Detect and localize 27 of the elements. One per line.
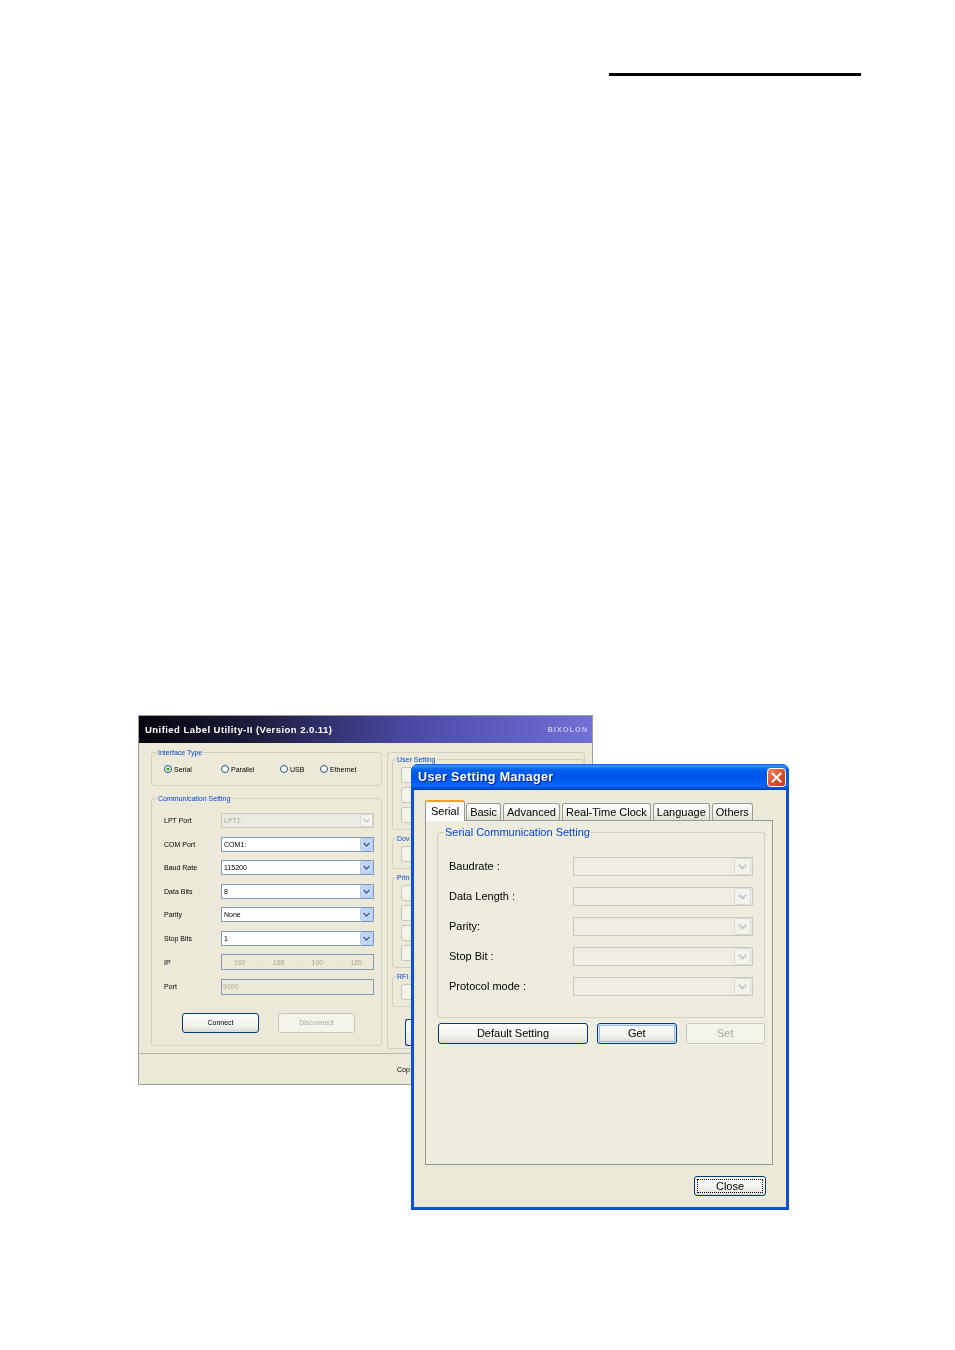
chevron-down-icon[interactable] — [360, 908, 373, 921]
close-icon[interactable] — [767, 767, 786, 787]
window-title: User Setting Manager — [418, 770, 554, 784]
field-label: Data Length : — [449, 890, 517, 903]
button[interactable]: Close — [694, 1176, 766, 1196]
field-label: Protocol mode : — [449, 980, 528, 993]
chevron-down-icon[interactable] — [360, 884, 373, 898]
tab[interactable]: Real-Time Clock — [561, 803, 651, 820]
tab[interactable]: Others — [711, 803, 753, 820]
field-label: Baudrate : — [449, 860, 501, 873]
chevron-down-icon[interactable] — [360, 837, 373, 851]
chevron-down-icon[interactable] — [360, 931, 373, 945]
tab[interactable]: Advanced — [503, 803, 560, 820]
field-label: Stop Bit : — [449, 950, 495, 963]
field-label: Parity: — [449, 920, 482, 933]
tab[interactable]: Language — [652, 803, 710, 820]
tab[interactable]: Basic — [466, 803, 502, 820]
tab[interactable]: Serial — [425, 800, 466, 821]
radio-icon[interactable] — [221, 765, 229, 773]
button[interactable]: Get — [597, 1023, 677, 1044]
button[interactable]: Default Setting — [438, 1023, 588, 1044]
group-title: Serial Communication Setting — [444, 825, 591, 839]
window-title: Unified Label Utility-II (Version 2.0.11) — [145, 725, 333, 734]
radio-icon[interactable] — [164, 765, 172, 773]
chevron-down-icon[interactable] — [360, 861, 373, 874]
radio-icon[interactable] — [320, 765, 328, 773]
radio-icon[interactable] — [280, 765, 288, 773]
